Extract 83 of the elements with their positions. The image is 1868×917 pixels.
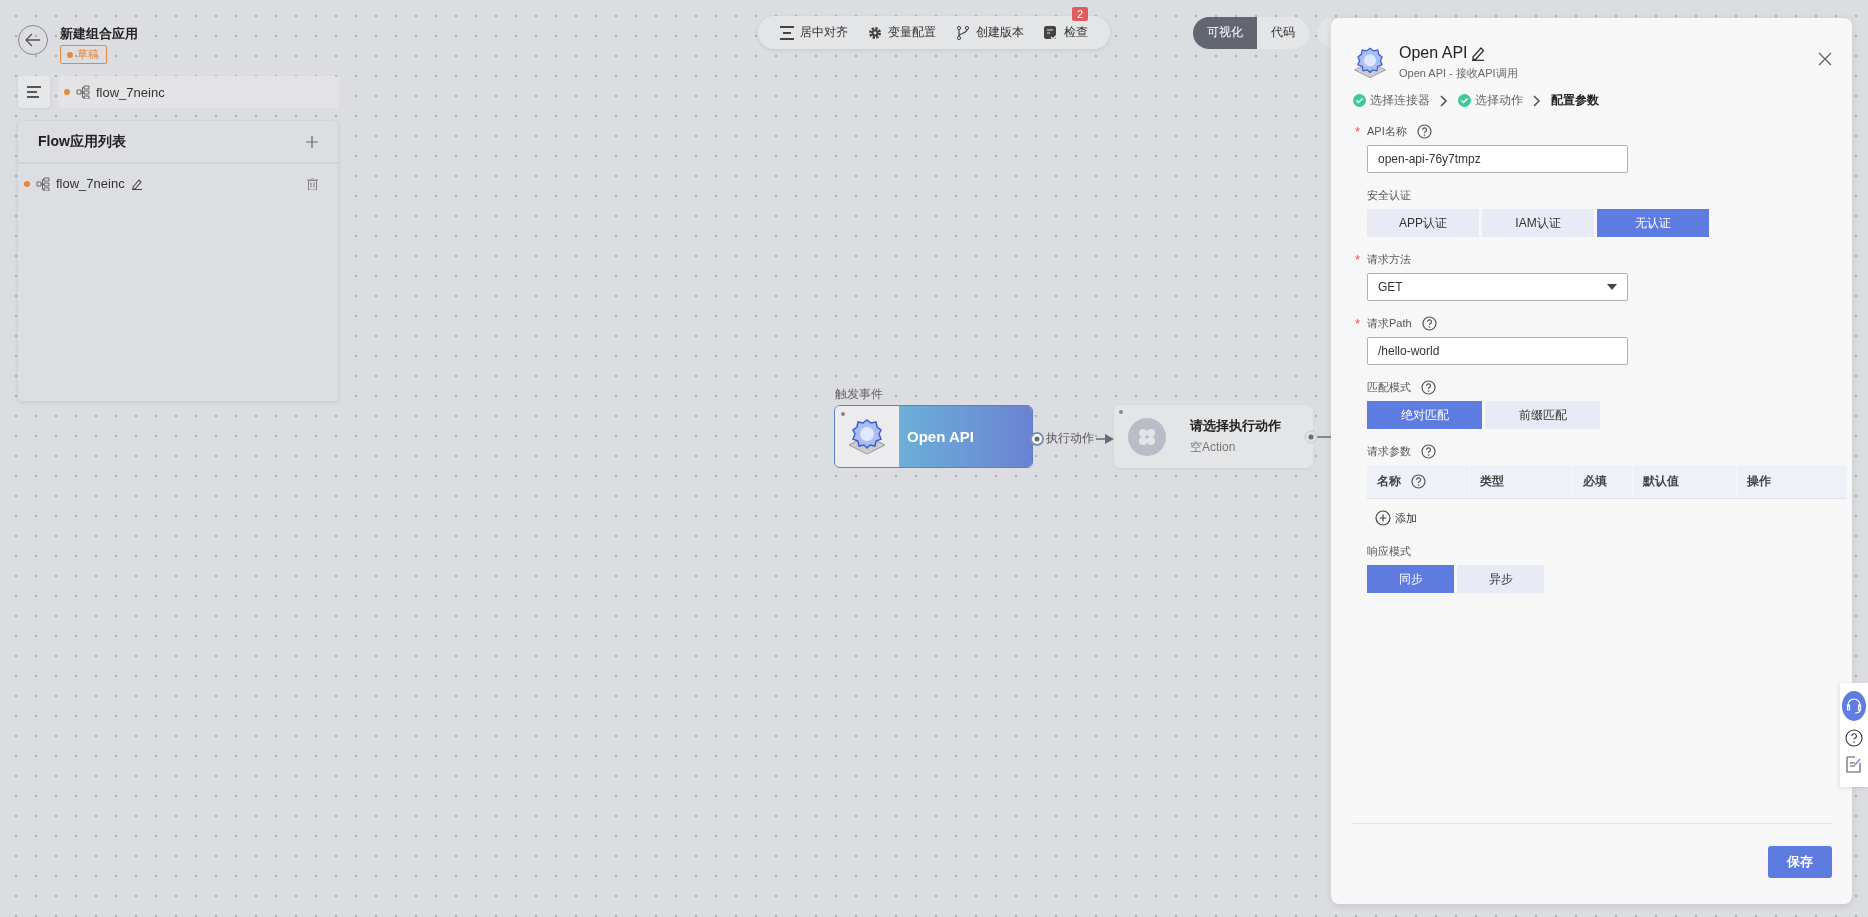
help-icon[interactable]: [1421, 379, 1436, 395]
field-label: 响应模式: [1367, 543, 1411, 559]
edit-icon[interactable]: [1469, 45, 1486, 61]
column-header: 必填: [1572, 465, 1633, 498]
action-node[interactable]: 请选择执行动作 空Action: [1114, 405, 1313, 468]
field-label: 匹配模式: [1367, 379, 1411, 395]
field-label: 请求参数: [1367, 443, 1411, 459]
chevron-icon: [1440, 94, 1448, 107]
status-badge: 草稿: [60, 45, 107, 64]
check-circle-icon: [1353, 94, 1366, 107]
align-center-icon: [780, 25, 794, 40]
back-arrow-icon: [25, 33, 41, 47]
save-button[interactable]: 保存: [1768, 846, 1832, 878]
required-mark: *: [1355, 252, 1361, 267]
plus-circle-icon: [1375, 510, 1391, 526]
segment-option[interactable]: 绝对匹配: [1367, 401, 1482, 429]
menu-button[interactable]: [18, 76, 50, 108]
edge-label: 执行动作: [1046, 430, 1094, 447]
column-header: 默认值: [1633, 465, 1736, 498]
check-circle-icon: [1458, 94, 1471, 107]
text-field[interactable]: open-api-76y7tmpz: [1367, 145, 1628, 173]
segment-option[interactable]: 前缀匹配: [1485, 401, 1600, 429]
column-header: 类型: [1470, 465, 1572, 498]
headset-icon[interactable]: [1842, 691, 1866, 721]
field-label: 请求方法: [1367, 251, 1411, 267]
segment-option[interactable]: IAM认证: [1482, 209, 1594, 237]
count-badge: 2: [1071, 6, 1088, 21]
field-label: 请求Path: [1367, 315, 1412, 331]
checklist-icon: [1044, 25, 1058, 40]
tab-label: flow_7neinc: [96, 84, 165, 100]
toolbar-button[interactable]: 创建版本: [948, 18, 1032, 47]
step-item: 选择动作: [1458, 92, 1523, 109]
text-field[interactable]: /hello-world: [1367, 337, 1628, 365]
required-mark: *: [1355, 124, 1361, 139]
node-title: 请选择执行动作: [1190, 417, 1281, 435]
gear-icon: [868, 25, 882, 40]
field-label: API名称: [1367, 123, 1407, 139]
step-item: 选择连接器: [1353, 92, 1430, 109]
step-item: 配置参数: [1551, 92, 1599, 109]
connector-handle-icon[interactable]: [1030, 431, 1044, 446]
node-subtitle: 空Action: [1190, 439, 1237, 456]
segment-option[interactable]: 同步: [1367, 565, 1454, 593]
feedback-icon[interactable]: [1846, 755, 1862, 773]
flow-item[interactable]: flow_7neinc: [56, 176, 125, 191]
toolbar-button[interactable]: 居中对齐: [772, 18, 856, 47]
edit-icon[interactable]: [130, 177, 143, 190]
required-mark: *: [1355, 316, 1361, 331]
drawer-subtitle: Open API - 接收API调用: [1399, 66, 1518, 81]
segment-option[interactable]: 异步: [1457, 565, 1544, 593]
help-icon[interactable]: [1845, 729, 1863, 747]
flow-icon: [76, 85, 90, 99]
node-caption: 触发事件: [835, 386, 883, 403]
app-title: 新建组合应用: [60, 25, 138, 43]
drawer-title: Open API: [1399, 44, 1468, 62]
flow-icon: [36, 176, 50, 191]
close-icon[interactable]: [1818, 52, 1832, 66]
menu-icon: [27, 86, 41, 98]
column-header: 操作: [1736, 465, 1847, 498]
branch-icon: [956, 25, 970, 40]
placeholder-action-icon: [1128, 417, 1166, 456]
field-label: 安全认证: [1367, 187, 1411, 203]
dropdown-caret-icon: [1607, 284, 1617, 290]
arrow-icon: [1096, 433, 1114, 444]
chevron-icon: [1533, 94, 1541, 107]
add-row-button[interactable]: 添加: [1367, 507, 1425, 529]
help-icon[interactable]: [1421, 443, 1436, 459]
trash-icon[interactable]: [307, 177, 318, 190]
panel-title: Flow应用列表: [38, 132, 126, 151]
help-icon[interactable]: [1411, 474, 1426, 489]
column-header: 名称: [1367, 465, 1470, 498]
add-icon[interactable]: [306, 135, 318, 148]
output-connector-icon[interactable]: [1304, 430, 1331, 444]
help-icon[interactable]: [1416, 123, 1432, 139]
help-icon[interactable]: [1421, 315, 1437, 331]
toolbar-button[interactable]: 变量配置: [860, 18, 944, 47]
view-tab[interactable]: 可视化: [1193, 16, 1257, 49]
segment-option[interactable]: 无认证: [1597, 209, 1709, 237]
status-dot: [24, 180, 30, 187]
flow-tab[interactable]: flow_7neinc: [58, 76, 338, 108]
segment-option[interactable]: APP认证: [1367, 209, 1479, 237]
status-dot: [64, 89, 70, 95]
view-tab[interactable]: 代码: [1257, 16, 1309, 49]
select-field[interactable]: GET: [1367, 273, 1628, 301]
